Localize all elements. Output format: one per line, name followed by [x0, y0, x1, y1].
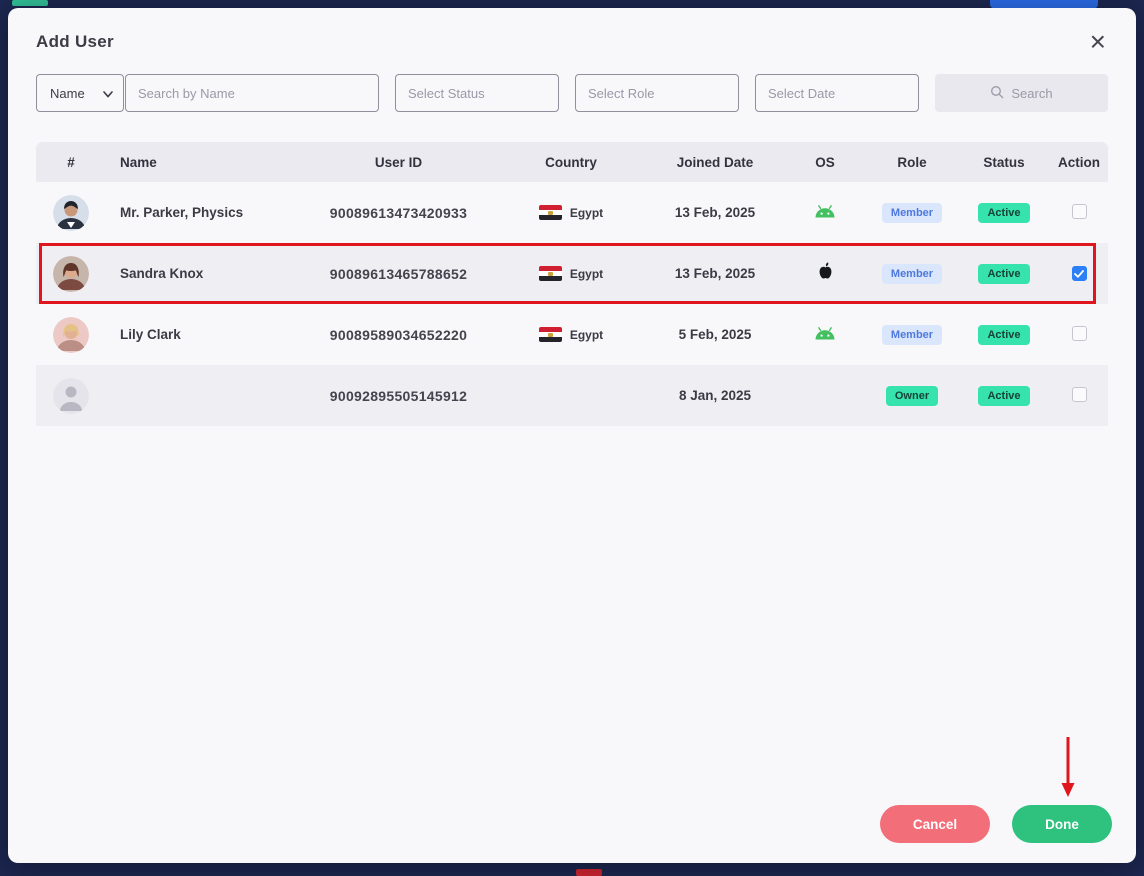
avatar: [53, 316, 89, 353]
col-header-os: OS: [815, 154, 835, 170]
table-row[interactable]: Lily Clark 90089589034652220 Egypt 5 Feb…: [36, 304, 1108, 365]
os-cell: [784, 262, 866, 285]
role-badge: Member: [881, 263, 943, 284]
col-header-country: Country: [545, 154, 597, 170]
country-label: Egypt: [569, 205, 604, 220]
joined-date: 5 Feb, 2025: [678, 327, 752, 342]
background-page-fragment: [576, 869, 602, 876]
select-status-input[interactable]: [395, 74, 559, 112]
egypt-flag-icon: [538, 327, 562, 342]
row-checkbox[interactable]: [1071, 203, 1087, 219]
table-row-selected[interactable]: Sandra Knox 90089613465788652 Egypt 13 F…: [36, 243, 1108, 304]
table-header-row: # Name User ID Country Joined Date OS Ro…: [36, 142, 1108, 182]
search-icon: [990, 85, 1004, 102]
apple-icon: [817, 262, 834, 285]
search-button-label: Search: [1011, 85, 1053, 101]
add-user-modal: Add User × Name Search # Name User ID Co…: [8, 8, 1136, 863]
country-label: Egypt: [569, 327, 604, 342]
role-badge: Member: [881, 324, 943, 345]
row-checkbox[interactable]: [1071, 325, 1087, 341]
os-cell: [784, 204, 866, 221]
col-header-joined: Joined Date: [676, 154, 754, 170]
col-header-index: #: [67, 154, 75, 170]
user-id: 90092895505145912: [329, 387, 468, 404]
cancel-button[interactable]: Cancel: [880, 805, 990, 843]
user-id: 90089613465788652: [329, 265, 468, 282]
avatar: [53, 194, 89, 231]
background-page-fragment: [12, 0, 48, 6]
egypt-flag-icon: [538, 205, 562, 220]
search-button[interactable]: Search: [935, 74, 1108, 112]
user-name: Sandra Knox: [120, 266, 204, 281]
close-icon[interactable]: ×: [1088, 28, 1108, 56]
modal-header: Add User ×: [36, 8, 1108, 66]
col-header-userid: User ID: [374, 154, 423, 170]
chevron-down-icon: [103, 86, 113, 101]
col-header-role: Role: [897, 154, 927, 170]
annotation-arrow-icon: [1061, 737, 1075, 797]
status-badge: Active: [978, 202, 1030, 223]
row-checkbox-checked[interactable]: [1071, 266, 1087, 282]
country-label: Egypt: [569, 266, 604, 281]
user-name: Mr. Parker, Physics: [120, 205, 244, 220]
android-icon: [814, 326, 836, 343]
avatar: [53, 255, 89, 292]
filter-bar: Name Search: [36, 74, 1108, 112]
egypt-flag-icon: [538, 266, 562, 281]
joined-date: 8 Jan, 2025: [678, 388, 752, 403]
role-badge: Member: [881, 202, 943, 223]
done-button[interactable]: Done: [1012, 805, 1112, 843]
select-role-input[interactable]: [575, 74, 739, 112]
name-filter-dropdown[interactable]: Name: [36, 74, 124, 112]
joined-date: 13 Feb, 2025: [674, 205, 756, 220]
user-name: Lily Clark: [120, 327, 181, 342]
android-icon: [814, 204, 836, 221]
status-badge: Active: [978, 324, 1030, 345]
status-badge: Active: [978, 263, 1030, 284]
users-table: # Name User ID Country Joined Date OS Ro…: [36, 142, 1108, 426]
modal-footer: Cancel Done: [880, 805, 1112, 843]
modal-title: Add User: [36, 32, 114, 51]
col-header-name: Name: [120, 154, 157, 170]
placeholder-avatar-icon: [53, 377, 89, 414]
user-id: 90089589034652220: [329, 326, 468, 343]
joined-date: 13 Feb, 2025: [674, 266, 756, 281]
role-badge: Owner: [885, 385, 939, 406]
search-by-name-input[interactable]: [125, 74, 379, 112]
table-row[interactable]: Mr. Parker, Physics 90089613473420933 Eg…: [36, 182, 1108, 243]
select-date-input[interactable]: [755, 74, 919, 112]
status-badge: Active: [978, 385, 1030, 406]
table-row[interactable]: 90092895505145912 8 Jan, 2025 Owner Acti…: [36, 365, 1108, 426]
os-cell: [784, 326, 866, 343]
col-header-status: Status: [983, 154, 1025, 170]
user-id: 90089613473420933: [329, 204, 468, 221]
col-header-action: Action: [1058, 154, 1100, 170]
row-checkbox[interactable]: [1071, 386, 1087, 402]
name-filter-label: Name: [50, 85, 85, 101]
